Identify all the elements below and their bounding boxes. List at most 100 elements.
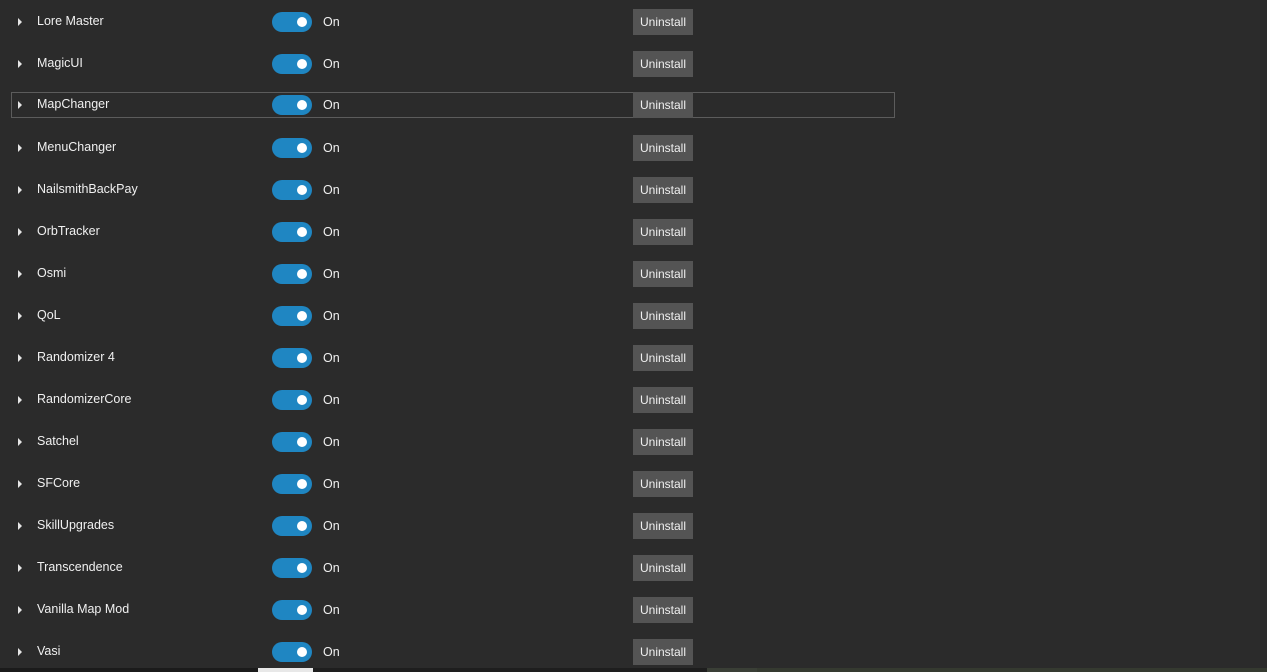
uninstall-button[interactable]: Uninstall: [633, 51, 693, 77]
taskbar-edge: [0, 668, 1267, 672]
uninstall-button[interactable]: Uninstall: [633, 345, 693, 371]
enable-toggle[interactable]: [272, 138, 312, 158]
toggle-knob-icon: [297, 395, 307, 405]
caret-right-icon[interactable]: [18, 606, 22, 614]
caret-right-icon[interactable]: [18, 354, 22, 362]
caret-right-icon[interactable]: [18, 312, 22, 320]
mod-name: SkillUpgrades: [37, 518, 115, 532]
enable-toggle[interactable]: [272, 558, 312, 578]
mod-manager-window: Lore Master On Uninstall MagicUI On Unin…: [0, 0, 1267, 672]
toggle-knob-icon: [297, 521, 307, 531]
caret-right-icon[interactable]: [18, 144, 22, 152]
toggle-state-label: On: [323, 15, 340, 29]
enable-toggle[interactable]: [272, 390, 312, 410]
uninstall-button[interactable]: Uninstall: [633, 597, 693, 623]
caret-right-icon[interactable]: [18, 480, 22, 488]
mod-row[interactable]: RandomizerCore On Uninstall: [11, 387, 895, 413]
uninstall-button[interactable]: Uninstall: [633, 429, 693, 455]
mod-row[interactable]: NailsmithBackPay On Uninstall: [11, 177, 895, 203]
enable-toggle[interactable]: [272, 600, 312, 620]
mod-row[interactable]: MenuChanger On Uninstall: [11, 135, 895, 161]
uninstall-button[interactable]: Uninstall: [633, 387, 693, 413]
vertical-scrollbar[interactable]: [1260, 0, 1267, 668]
uninstall-button[interactable]: Uninstall: [633, 219, 693, 245]
uninstall-button[interactable]: Uninstall: [633, 639, 693, 665]
enable-toggle[interactable]: [272, 180, 312, 200]
caret-right-icon[interactable]: [18, 396, 22, 404]
mod-row[interactable]: MagicUI On Uninstall: [11, 51, 895, 77]
enable-toggle[interactable]: [272, 306, 312, 326]
toggle-state-label: On: [323, 519, 340, 533]
caret-right-icon[interactable]: [18, 522, 22, 530]
caret-right-icon[interactable]: [18, 648, 22, 656]
caret-right-icon[interactable]: [18, 186, 22, 194]
mod-name: OrbTracker: [37, 224, 100, 238]
enable-toggle[interactable]: [272, 12, 312, 32]
mod-name: MapChanger: [37, 97, 110, 111]
toggle-knob-icon: [297, 353, 307, 363]
enable-toggle[interactable]: [272, 642, 312, 662]
toggle-knob-icon: [297, 647, 307, 657]
caret-right-icon[interactable]: [18, 438, 22, 446]
enable-toggle[interactable]: [272, 474, 312, 494]
enable-toggle[interactable]: [272, 222, 312, 242]
mod-row-selected[interactable]: MapChanger On Uninstall: [11, 92, 895, 118]
toggle-state-label: On: [323, 57, 340, 71]
toggle-state-label: On: [323, 603, 340, 617]
uninstall-button[interactable]: Uninstall: [633, 261, 693, 287]
mod-row[interactable]: SkillUpgrades On Uninstall: [11, 513, 895, 539]
mod-name: Lore Master: [37, 14, 104, 28]
uninstall-button[interactable]: Uninstall: [633, 135, 693, 161]
toggle-state-label: On: [323, 309, 340, 323]
mod-row[interactable]: Lore Master On Uninstall: [11, 9, 895, 35]
toggle-state-label: On: [323, 98, 340, 112]
toggle-knob-icon: [297, 185, 307, 195]
toggle-knob-icon: [297, 17, 307, 27]
mod-name: SFCore: [37, 476, 81, 490]
uninstall-button[interactable]: Uninstall: [633, 555, 693, 581]
mod-row[interactable]: Osmi On Uninstall: [11, 261, 895, 287]
enable-toggle[interactable]: [272, 264, 312, 284]
toggle-knob-icon: [297, 143, 307, 153]
enable-toggle[interactable]: [272, 348, 312, 368]
mod-name: Satchel: [37, 434, 79, 448]
enable-toggle[interactable]: [272, 432, 312, 452]
enable-toggle[interactable]: [272, 516, 312, 536]
mod-row[interactable]: Vanilla Map Mod On Uninstall: [11, 597, 895, 623]
toggle-state-label: On: [323, 141, 340, 155]
mod-row[interactable]: SFCore On Uninstall: [11, 471, 895, 497]
toggle-knob-icon: [297, 437, 307, 447]
uninstall-button[interactable]: Uninstall: [633, 92, 693, 118]
taskbar-segment: [0, 668, 258, 672]
toggle-state-label: On: [323, 435, 340, 449]
mod-row[interactable]: Transcendence On Uninstall: [11, 555, 895, 581]
mod-row[interactable]: Satchel On Uninstall: [11, 429, 895, 455]
uninstall-button[interactable]: Uninstall: [633, 303, 693, 329]
uninstall-button[interactable]: Uninstall: [633, 513, 693, 539]
mod-row[interactable]: QoL On Uninstall: [11, 303, 895, 329]
mod-name: Randomizer 4: [37, 350, 115, 364]
toggle-state-label: On: [323, 645, 340, 659]
toggle-knob-icon: [297, 563, 307, 573]
toggle-state-label: On: [323, 267, 340, 281]
uninstall-button[interactable]: Uninstall: [633, 471, 693, 497]
taskbar-segment: [707, 668, 757, 672]
taskbar-segment: [258, 668, 313, 672]
enable-toggle[interactable]: [272, 54, 312, 74]
mod-row[interactable]: OrbTracker On Uninstall: [11, 219, 895, 245]
caret-right-icon[interactable]: [18, 60, 22, 68]
mod-name: Vasi: [37, 644, 61, 658]
mod-name: Osmi: [37, 266, 67, 280]
caret-right-icon[interactable]: [18, 564, 22, 572]
caret-right-icon[interactable]: [18, 101, 22, 109]
caret-right-icon[interactable]: [18, 228, 22, 236]
caret-right-icon[interactable]: [18, 270, 22, 278]
enable-toggle[interactable]: [272, 95, 312, 115]
uninstall-button[interactable]: Uninstall: [633, 177, 693, 203]
mod-name: Transcendence: [37, 560, 123, 574]
toggle-state-label: On: [323, 561, 340, 575]
caret-right-icon[interactable]: [18, 18, 22, 26]
uninstall-button[interactable]: Uninstall: [633, 9, 693, 35]
mod-row[interactable]: Vasi On Uninstall: [11, 639, 895, 665]
mod-row[interactable]: Randomizer 4 On Uninstall: [11, 345, 895, 371]
